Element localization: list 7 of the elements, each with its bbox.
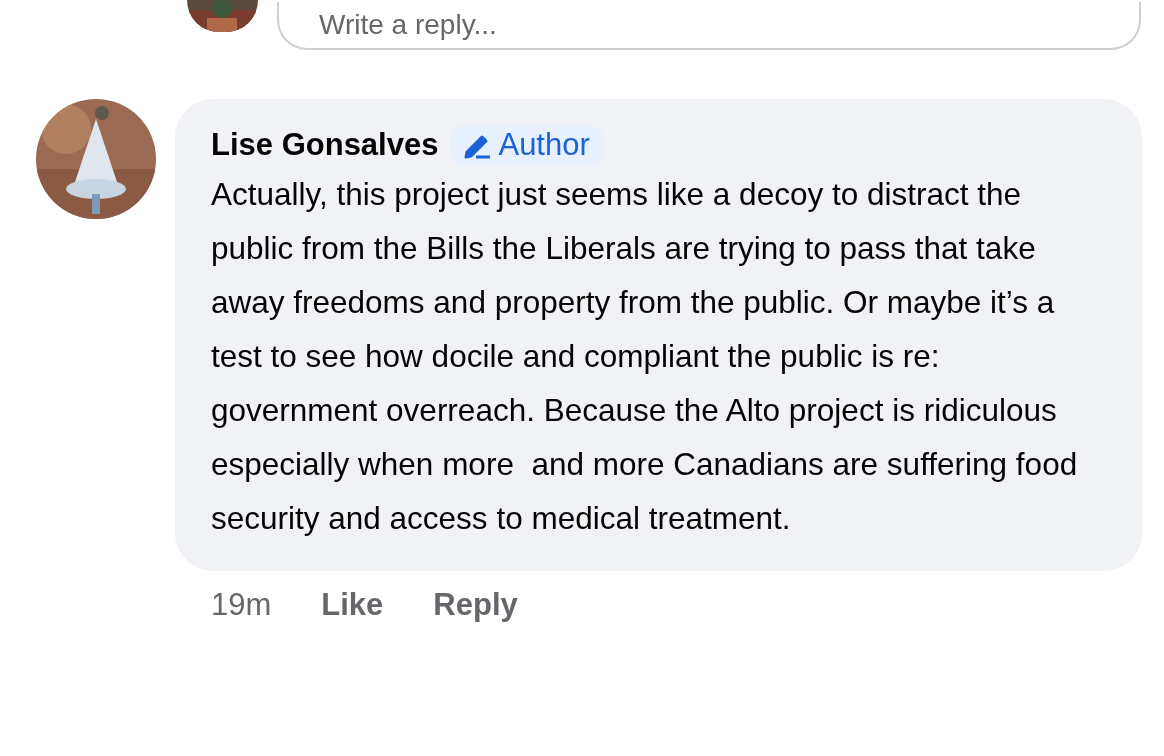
author-name[interactable]: Lise Gonsalves xyxy=(211,127,439,163)
comment-text: Actually, this project just seems like a decoy to distract the public from the Bills the Liberals are trying to pass that take away freedoms and property from the public. Or maybe it’s a test to see how docile and compliant the public is re: government overreach. Because the Alto project is ridiculous especially when more and more Canadians are suffering food security and access to medical treatment. xyxy=(211,175,1079,538)
reply-field[interactable]: Write a reply... xyxy=(277,2,1141,50)
badge-label: Author xyxy=(498,127,590,163)
timestamp: 19m xyxy=(211,587,272,623)
action-link[interactable]: Reply xyxy=(433,587,518,623)
action-link[interactable]: Like xyxy=(321,587,384,623)
